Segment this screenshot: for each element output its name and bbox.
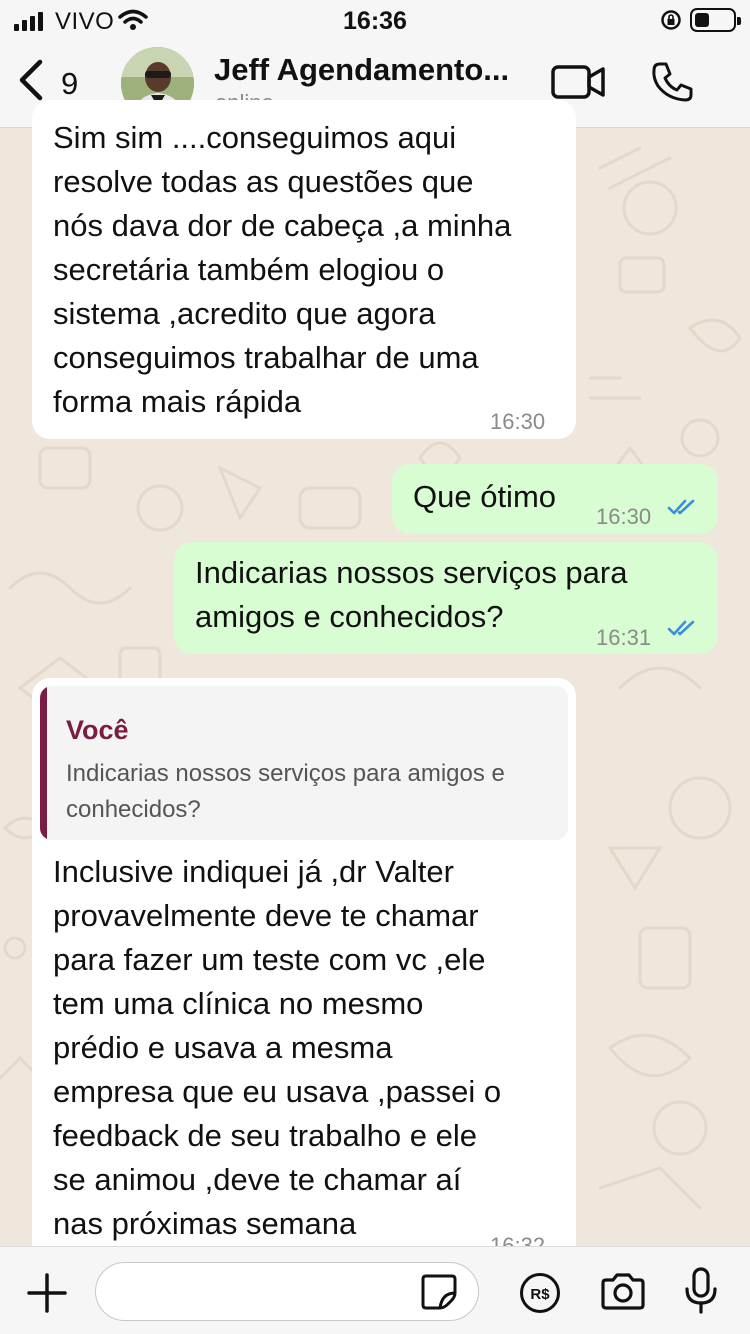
message-time: 16:31 <box>596 625 652 650</box>
message-incoming[interactable]: Sim sim ....conseguimos aqui resolve tod… <box>32 100 576 439</box>
message-incoming[interactable]: Você Indicarias nossos serviços para ami… <box>32 678 576 1278</box>
double-check-icon <box>667 499 695 515</box>
compose-bar: R$ <box>0 1246 750 1334</box>
message-text: Indicarias nossos serviços para amigos e… <box>195 555 628 634</box>
message-outgoing[interactable]: Que ótimo 16:30 <box>392 464 718 534</box>
sticker-button[interactable] <box>420 1273 458 1316</box>
quote-accent-bar <box>40 686 47 840</box>
message-outgoing[interactable]: Indicarias nossos serviços para amigos e… <box>174 542 718 654</box>
sticker-icon <box>421 1274 457 1310</box>
status-bar: VIVO 16:36 <box>0 0 750 40</box>
camera-icon <box>601 1273 645 1310</box>
chevron-left-icon <box>19 59 43 101</box>
double-check-icon <box>667 620 695 636</box>
payment-button[interactable]: R$ <box>519 1272 561 1319</box>
quoted-message[interactable]: Você Indicarias nossos serviços para ami… <box>40 686 568 840</box>
quote-text: Indicarias nossos serviços para amigos e… <box>66 760 505 823</box>
svg-text:R$: R$ <box>530 1286 550 1303</box>
attach-button[interactable] <box>27 1273 67 1318</box>
camera-button[interactable] <box>599 1273 647 1316</box>
payment-icon: R$ <box>520 1273 560 1313</box>
status-time: 16:36 <box>343 7 407 35</box>
message-text: Sim sim ....conseguimos aqui resolve tod… <box>53 120 512 419</box>
quote-author: Você <box>66 715 129 745</box>
rotation-lock-icon <box>660 9 682 36</box>
contact-name[interactable]: Jeff Agendamento... <box>214 52 509 88</box>
message-text: Inclusive indiquei já ,dr Valter provave… <box>53 854 502 1241</box>
unread-count[interactable]: 9 <box>61 66 78 102</box>
message-time: 16:30 <box>490 409 546 434</box>
back-button[interactable] <box>14 58 46 102</box>
plus-icon <box>27 1273 67 1313</box>
battery-icon <box>690 8 741 32</box>
message-time: 16:30 <box>596 504 652 529</box>
message-text: Que ótimo <box>413 479 557 514</box>
phone-icon <box>652 62 693 102</box>
video-camera-icon <box>551 65 605 99</box>
microphone-button[interactable] <box>684 1267 718 1320</box>
voice-call-button[interactable] <box>650 60 694 109</box>
microphone-icon <box>685 1267 717 1314</box>
